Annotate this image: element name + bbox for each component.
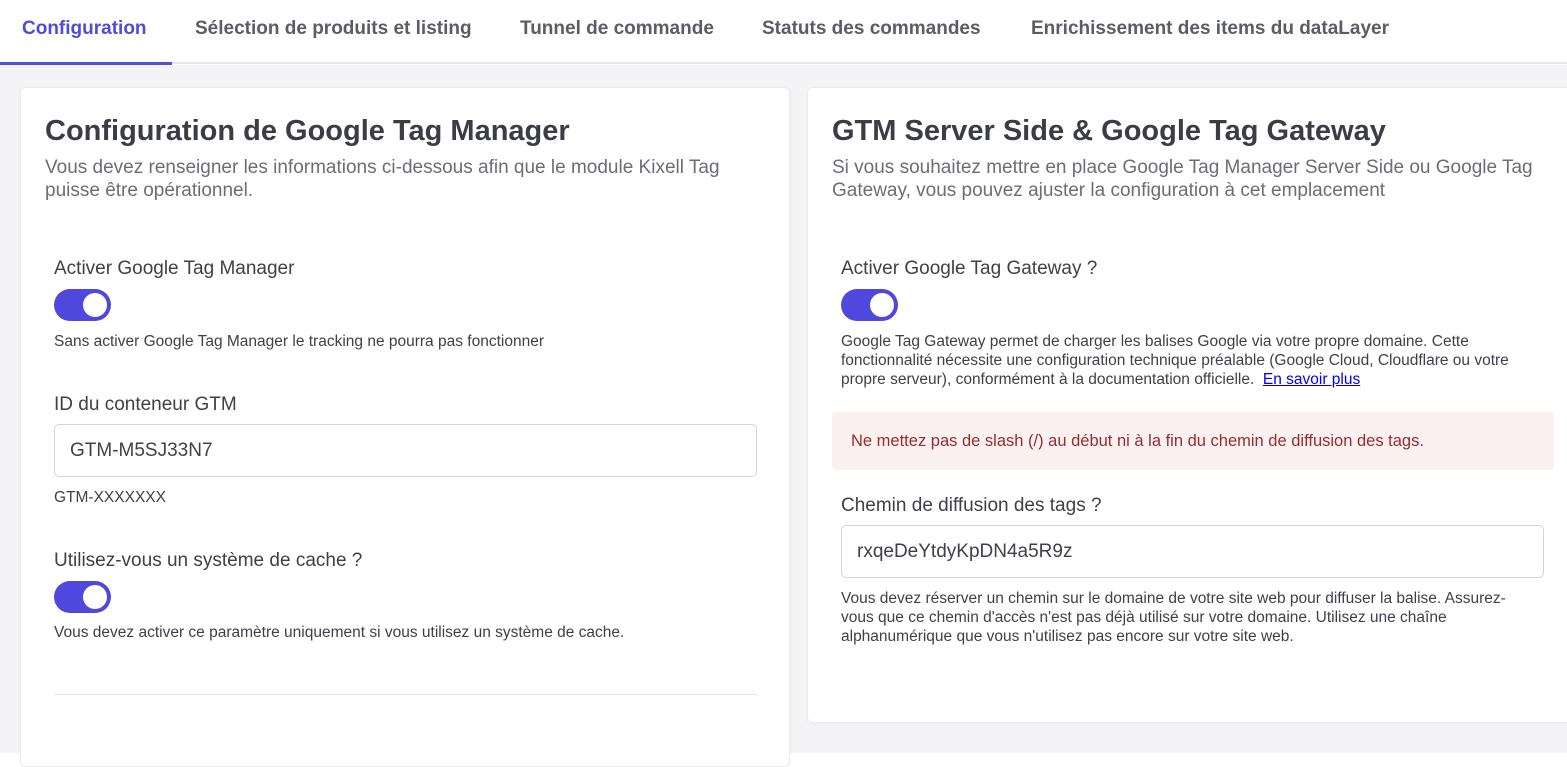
gtm-card-subtitle: Vous devez renseigner les informations c… <box>45 157 720 201</box>
container-id-input[interactable] <box>54 424 757 477</box>
gateway-card-subtitle: Si vous souhaitez mettre en place Google… <box>832 157 1533 201</box>
learn-more-link[interactable]: En savoir plus <box>1263 371 1360 388</box>
slash-warning-alert: Ne mettez pas de slash (/) au début ni à… <box>832 412 1554 470</box>
enable-gateway-help-text: Google Tag Gateway permet de charger les… <box>841 333 1509 388</box>
tab-product-selection-listing[interactable]: Sélection de produits et listing <box>195 0 472 64</box>
container-id-label: ID du conteneur GTM <box>54 394 237 415</box>
enable-gateway-label: Activer Google Tag Gateway ? <box>841 258 1098 279</box>
gateway-configuration-card: GTM Server Side & Google Tag Gateway Si … <box>807 87 1567 723</box>
cache-label: Utilisez-vous un système de cache ? <box>54 550 363 571</box>
toggle-knob <box>83 585 107 609</box>
alert-text: Ne mettez pas de slash (/) au début ni à… <box>851 432 1424 450</box>
tab-datalayer-items-enrichment[interactable]: Enrichissement des items du dataLayer <box>1031 0 1389 64</box>
section-divider <box>54 694 757 695</box>
gateway-card-title: GTM Server Side & Google Tag Gateway <box>832 115 1386 147</box>
gtm-configuration-card: Configuration de Google Tag Manager Vous… <box>20 87 790 767</box>
tag-path-input[interactable] <box>841 525 1544 578</box>
toggle-knob <box>870 293 894 317</box>
toggle-knob <box>83 293 107 317</box>
cache-toggle[interactable] <box>54 581 111 613</box>
content-area: Configuration de Google Tag Manager Vous… <box>0 65 1567 767</box>
enable-gtm-help: Sans activer Google Tag Manager le track… <box>54 333 544 350</box>
tab-checkout-funnel[interactable]: Tunnel de commande <box>520 0 714 64</box>
tab-configuration[interactable]: Configuration <box>22 0 147 64</box>
tag-path-label: Chemin de diffusion des tags ? <box>841 495 1102 516</box>
enable-gtm-label: Activer Google Tag Manager <box>54 258 295 279</box>
tab-bar: Configuration Sélection de produits et l… <box>0 0 1567 65</box>
enable-gateway-toggle[interactable] <box>841 289 898 321</box>
tag-path-help: Vous devez réserver un chemin sur le dom… <box>841 590 1506 645</box>
gtm-card-title: Configuration de Google Tag Manager <box>45 115 570 147</box>
cache-help: Vous devez activer ce paramètre uniqueme… <box>54 624 625 641</box>
enable-gtm-toggle[interactable] <box>54 289 111 321</box>
enable-gateway-help: Google Tag Gateway permet de charger les… <box>841 332 1531 389</box>
tab-order-statuses[interactable]: Statuts des commandes <box>762 0 981 64</box>
container-id-help: GTM-XXXXXXX <box>54 489 166 506</box>
